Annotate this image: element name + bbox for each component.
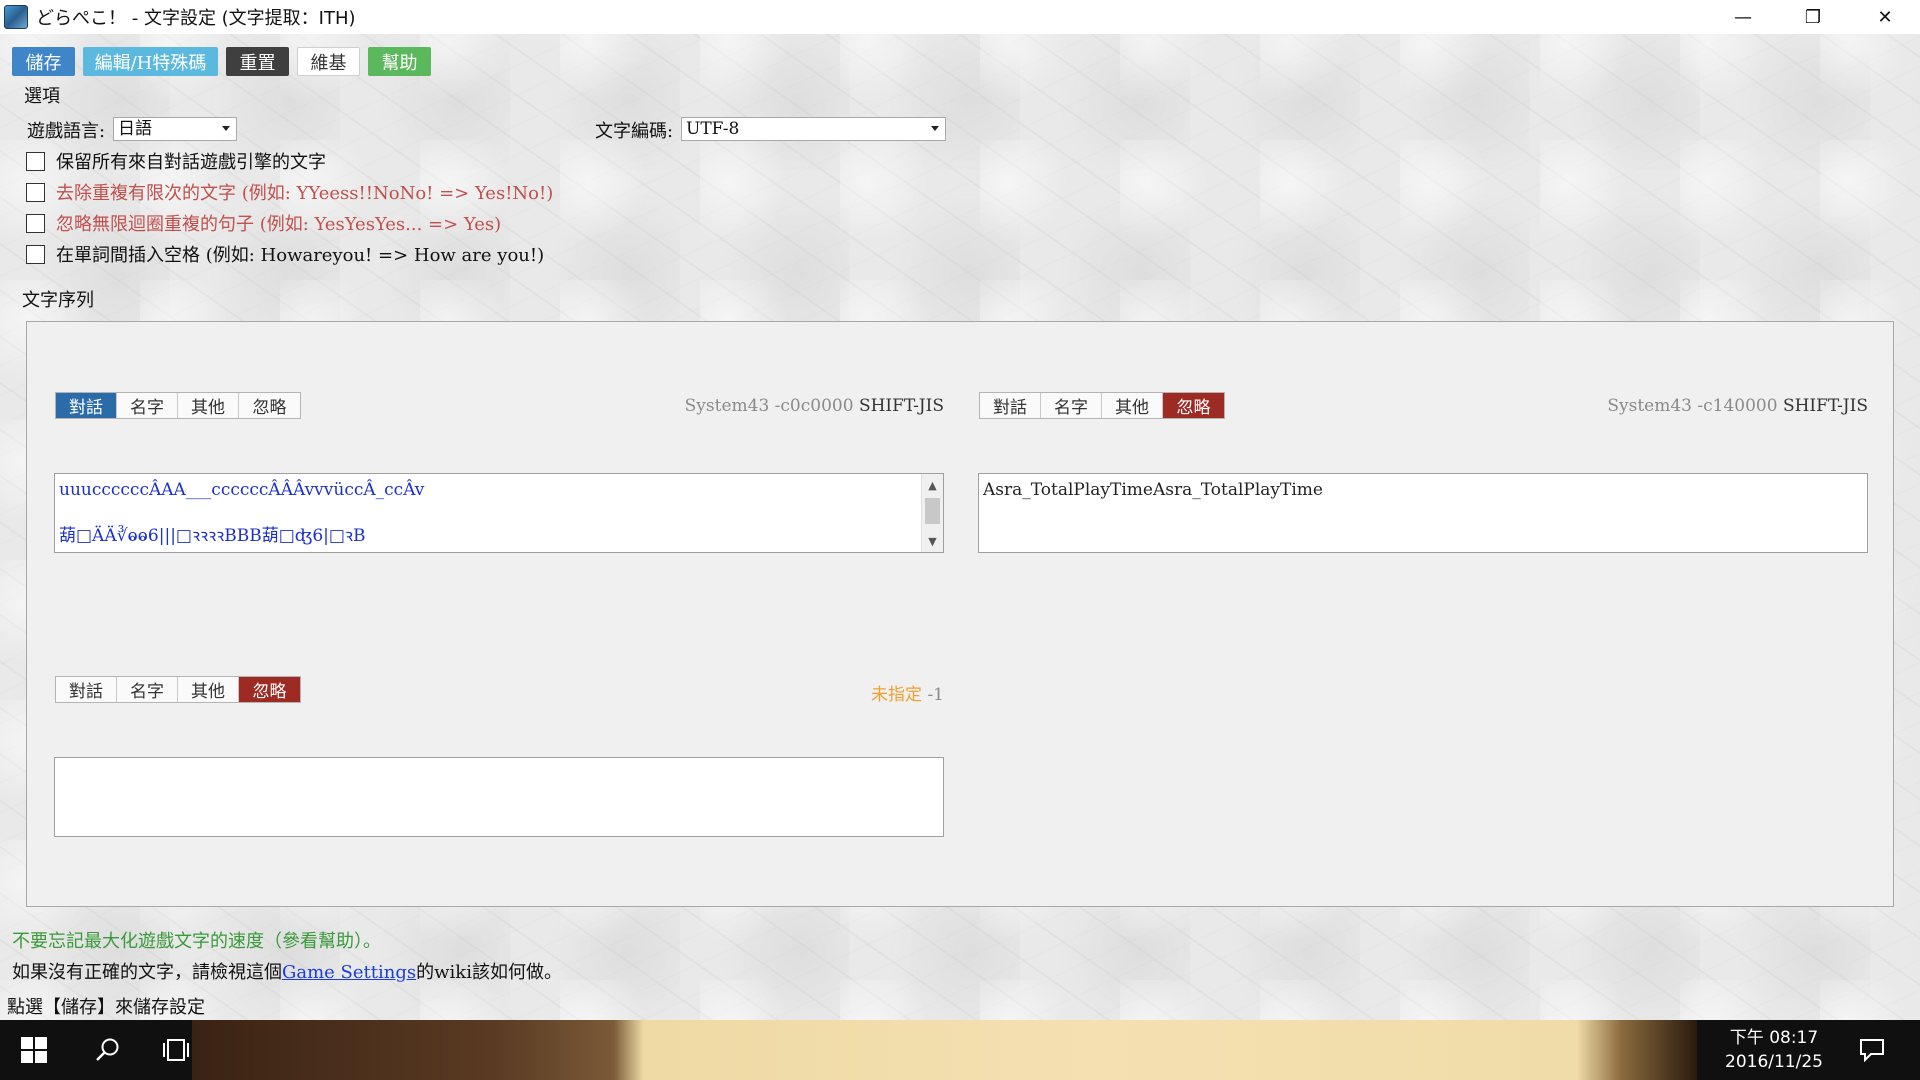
thread-2-line-1: Asra_TotalPlayTimeAsra_TotalPlayTime [983, 480, 1323, 500]
insert-spaces-option[interactable]: 在單詞間插入空格 (例如: Howareyou! => How are you!… [26, 242, 544, 266]
restore-button[interactable]: ❐ [1778, 0, 1848, 34]
thread-2-encoding: SHIFT-JIS [1782, 396, 1868, 416]
thread-1-other-tab[interactable]: 其他 [178, 393, 239, 418]
thread-1-line-1: uuuccccccÂAA___ccccccÂÂÂvvvüccÂ_ccÂv [59, 480, 425, 500]
remove-finite-repeat-option[interactable]: 去除重複有限次的文字 (例如: YYeess!!NoNo! => Yes!No!… [26, 180, 553, 204]
game-language-label: 遊戲語言: [27, 121, 106, 142]
no-text-prefix: 如果沒有正確的文字，請檢視這個 [12, 962, 282, 983]
title-bar: どらぺこ！ - 文字設定 (文字提取：ITH) — ❐ ✕ [0, 0, 1920, 34]
text-encoding-label: 文字編碼: [595, 121, 674, 142]
game-settings-link[interactable]: Game Settings [282, 962, 416, 983]
thread-1-dialog-tab[interactable]: 對話 [56, 393, 117, 418]
search-icon[interactable] [88, 1020, 128, 1080]
chevron-down-icon [222, 126, 230, 131]
text-threads-heading: 文字序列 [22, 290, 94, 311]
insert-spaces-label: 在單詞間插入空格 (例如: Howareyou! => How are you!… [56, 245, 545, 266]
thread-3-info: 未指定 -1 [527, 680, 944, 705]
thread-1-encoding: SHIFT-JIS [858, 396, 944, 416]
options-heading: 選項 [24, 86, 60, 107]
keep-all-text-option[interactable]: 保留所有來自對話遊戲引擎的文字 [26, 149, 326, 173]
thread-1-role-selector: 對話 名字 其他 忽略 [55, 392, 301, 419]
chevron-down-icon [931, 126, 939, 131]
thread-1-line-2: 葫□ÄÄ∛ⱺⱺ6|||□ꝛꝛꝛꝛBBB葫□ʤ6|□ꝛB [59, 526, 366, 546]
clock-date: 2016/11/25 [1725, 1052, 1823, 1072]
thread-3-role-selector: 對話 名字 其他 忽略 [55, 676, 301, 703]
thread-2-other-tab[interactable]: 其他 [1102, 393, 1163, 418]
minimize-button[interactable]: — [1708, 0, 1778, 34]
keep-all-text-checkbox[interactable] [26, 151, 45, 171]
scroll-down-icon[interactable]: ▼ [922, 530, 943, 552]
edit-h-code-button[interactable]: 編輯/H特殊碼 [83, 47, 218, 76]
app-icon [4, 5, 28, 29]
window-title: どらぺこ！ - 文字設定 (文字提取：ITH) [36, 8, 356, 29]
action-center-icon[interactable] [1852, 1020, 1892, 1080]
thread-3-name-tab[interactable]: 名字 [117, 677, 178, 702]
thread-3-other-tab[interactable]: 其他 [178, 677, 239, 702]
scroll-thumb[interactable] [925, 498, 940, 524]
keep-all-text-label: 保留所有來自對話遊戲引擎的文字 [56, 152, 326, 173]
thread-2-textbox[interactable]: Asra_TotalPlayTimeAsra_TotalPlayTime [978, 473, 1868, 553]
taskbar: 下午 08:17 2016/11/25 [0, 1020, 1920, 1080]
thread-2-info: System43 -c140000 SHIFT-JIS [1427, 396, 1868, 416]
save-hint: 點選【儲存】來儲存設定 [7, 997, 205, 1018]
save-button[interactable]: 儲存 [12, 47, 75, 76]
thread-3-encoding: -1 [927, 685, 944, 705]
task-view-icon[interactable] [156, 1020, 196, 1080]
game-language-value: 日語 [118, 119, 152, 139]
text-encoding-select[interactable]: UTF-8 [681, 117, 946, 141]
ignore-infinite-loop-option[interactable]: 忽略無限迴圈重複的句子 (例如: YesYesYes... => Yes) [26, 211, 501, 235]
thread-1-name-tab[interactable]: 名字 [117, 393, 178, 418]
thread-3-ignore-tab[interactable]: 忽略 [239, 677, 300, 702]
scroll-up-icon[interactable]: ▲ [922, 474, 943, 496]
close-button[interactable]: ✕ [1850, 0, 1920, 34]
insert-spaces-checkbox[interactable] [26, 244, 45, 264]
no-text-suffix: 的wiki該如何做。 [416, 962, 562, 983]
thread-1-info: System43 -c0c0000 SHIFT-JIS [527, 396, 944, 416]
text-threads-panel: 對話 名字 其他 忽略 System43 -c0c0000 SHIFT-JIS … [26, 321, 1894, 907]
remove-finite-repeat-label: 去除重複有限次的文字 (例如: YYeess!!NoNo! => Yes!No!… [56, 183, 554, 204]
no-text-hint: 如果沒有正確的文字，請檢視這個Game Settings的wiki該如何做。 [12, 958, 562, 984]
thread-3-dialog-tab[interactable]: 對話 [56, 677, 117, 702]
system-clock[interactable]: 下午 08:17 2016/11/25 [1714, 1026, 1834, 1074]
thread-2-ignore-tab[interactable]: 忽略 [1163, 393, 1224, 418]
clock-time: 下午 08:17 [1729, 1028, 1819, 1048]
remove-finite-repeat-checkbox[interactable] [26, 182, 45, 202]
windows-logo-icon[interactable] [14, 1020, 54, 1080]
thread-1-scrollbar[interactable]: ▲ ▼ [921, 474, 943, 552]
help-button[interactable]: 幫助 [368, 47, 431, 76]
thread-1-textbox[interactable]: uuuccccccÂAA___ccccccÂÂÂvvvüccÂ_ccÂv 葫□Ä… [54, 473, 944, 553]
game-language-select[interactable]: 日語 [113, 117, 237, 141]
reset-button[interactable]: 重置 [226, 47, 289, 76]
thread-1-ignore-tab[interactable]: 忽略 [239, 393, 300, 418]
thread-3-textbox[interactable] [54, 757, 944, 837]
speed-tip: 不要忘記最大化遊戲文字的速度（參看幫助）。 [12, 931, 381, 952]
thread-2-dialog-tab[interactable]: 對話 [980, 393, 1041, 418]
ignore-infinite-loop-label: 忽略無限迴圈重複的句子 (例如: YesYesYes... => Yes) [56, 214, 502, 235]
thread-3-engine: 未指定 [871, 685, 923, 705]
thread-1-engine: System43 -c0c0000 [684, 396, 854, 416]
text-encoding-value: UTF-8 [686, 119, 740, 139]
thread-2-role-selector: 對話 名字 其他 忽略 [979, 392, 1225, 419]
thread-2-engine: System43 -c140000 [1607, 396, 1778, 416]
wiki-button[interactable]: 維基 [297, 47, 360, 76]
taskbar-background-image [192, 1020, 1697, 1080]
thread-2-name-tab[interactable]: 名字 [1041, 393, 1102, 418]
ignore-infinite-loop-checkbox[interactable] [26, 213, 45, 233]
